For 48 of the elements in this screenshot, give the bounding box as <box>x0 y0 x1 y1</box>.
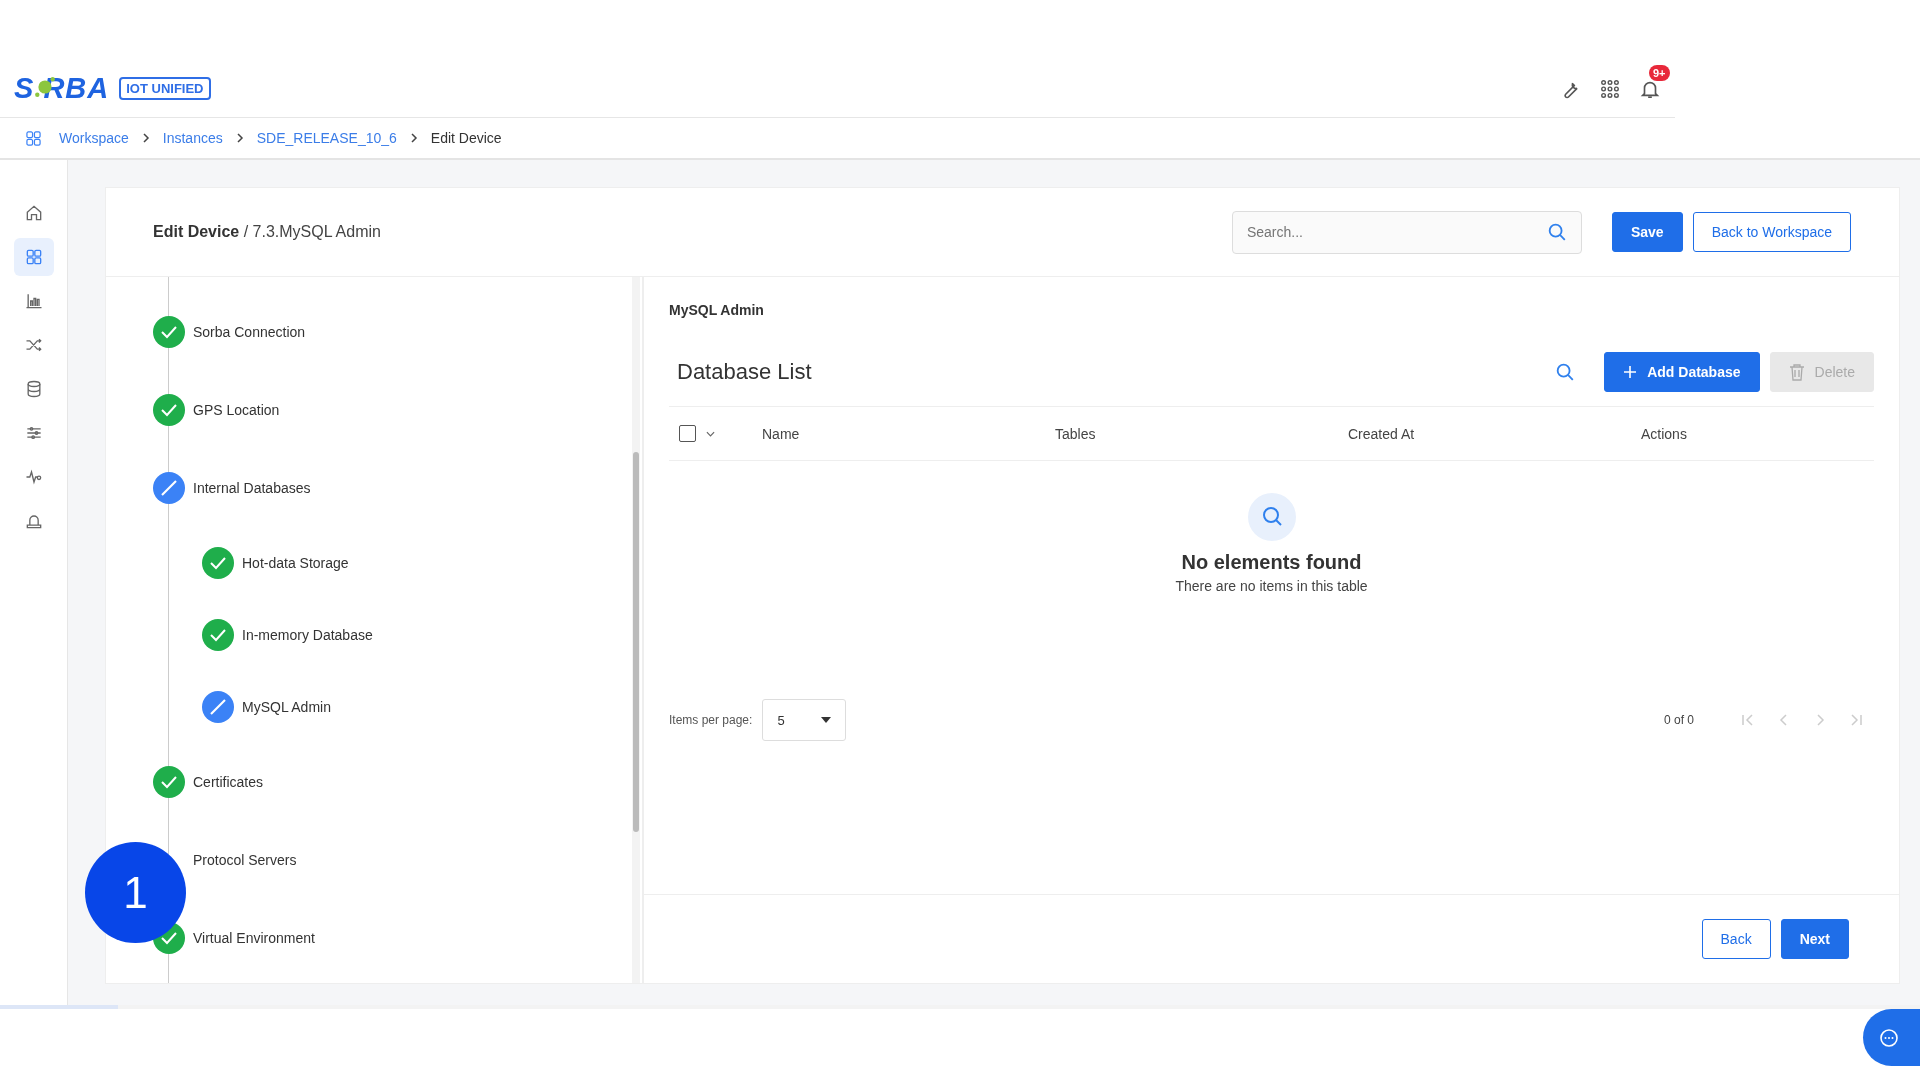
step-item[interactable]: Protocol Servers <box>193 852 297 868</box>
page-range: 0 of 0 <box>1663 713 1694 727</box>
column-header: Tables <box>1055 425 1097 442</box>
search-icon <box>1247 493 1296 541</box>
notification-badge: 9+ <box>1649 64 1670 81</box>
column-header: Created At <box>1348 425 1416 442</box>
empty-message: There are no items in this table <box>1175 578 1368 594</box>
chat-button[interactable] <box>1863 1009 1920 1066</box>
column-header: Name <box>762 425 801 442</box>
tutorial-marker: 1 <box>85 842 186 943</box>
select-all-checkbox[interactable] <box>679 425 696 442</box>
step-item[interactable]: Sorba Connection <box>193 324 306 340</box>
back-button[interactable]: Back <box>1701 919 1771 959</box>
section-title: MySQL Admin <box>669 302 765 318</box>
chevron-right-icon <box>234 133 245 143</box>
dropdown-caret-icon <box>821 717 832 723</box>
nav-item[interactable] <box>13 238 54 276</box>
breadcrumb-link[interactable]: Workspace <box>59 130 129 146</box>
breadcrumb-current: Edit Device <box>430 130 502 146</box>
plus-icon <box>1623 365 1638 379</box>
trash-icon <box>1788 363 1805 381</box>
grid-icon[interactable] <box>26 130 41 146</box>
breadcrumb-link[interactable]: Instances <box>162 130 223 146</box>
scrollbar[interactable] <box>632 277 640 983</box>
step-item[interactable]: Virtual Environment <box>193 930 315 946</box>
step-item[interactable]: GPS Location <box>193 402 280 418</box>
breadcrumb-link[interactable]: SDE_RELEASE_10_6 <box>256 130 397 146</box>
save-button[interactable]: Save <box>1611 212 1683 252</box>
add-database-button[interactable]: Add Database <box>1604 352 1760 392</box>
next-button[interactable]: Next <box>1780 919 1849 959</box>
page-title: Edit Device / 7.3.MySQL Admin <box>153 223 381 241</box>
items-per-page-label: Items per page: <box>669 713 753 727</box>
list-title: Database List <box>677 359 812 385</box>
step-item[interactable]: In-memory Database <box>242 627 373 643</box>
empty-title: No elements found <box>1181 551 1362 574</box>
product-badge: IOT UNIFIED <box>119 77 211 100</box>
step-item[interactable]: Internal Databases <box>193 480 311 496</box>
chevron-right-icon <box>408 133 419 143</box>
items-per-page-select[interactable]: 5 <box>762 699 847 741</box>
apps-grid-icon[interactable] <box>1599 77 1621 100</box>
step-item[interactable]: Certificates <box>193 774 264 790</box>
step-item[interactable]: Hot-data Storage <box>242 555 349 571</box>
caret-icon[interactable] <box>706 430 715 437</box>
chevron-right-icon <box>140 133 151 143</box>
column-header: Actions <box>1641 425 1688 442</box>
search-field[interactable]: Search... <box>1231 210 1582 254</box>
step-item[interactable]: MySQL Admin <box>242 699 331 715</box>
back-to-workspace-button[interactable]: Back to Workspace <box>1692 212 1851 252</box>
